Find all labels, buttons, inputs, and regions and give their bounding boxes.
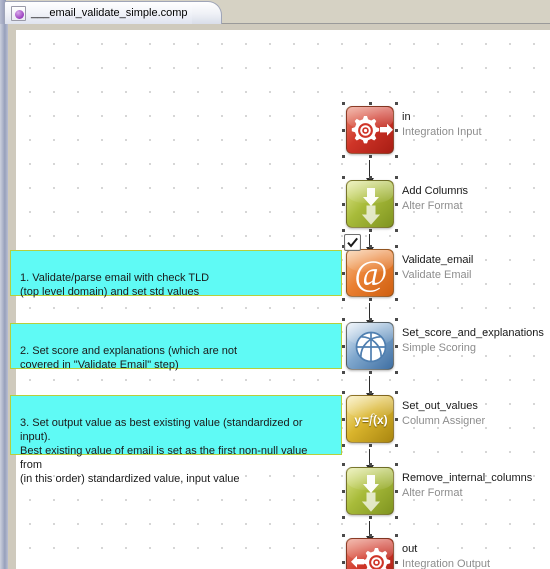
annotation-note-1[interactable]: 1. Validate/parse email with check TLD (…	[10, 250, 342, 298]
tab-trailing-curve	[192, 1, 222, 24]
checkbox-checked-icon	[344, 234, 361, 251]
node-validate-email-icon-box[interactable]: @	[346, 249, 394, 297]
editor-tab-email-validate-simple[interactable]: ___email_validate_simple.comp	[4, 1, 194, 24]
double-down-arrow-icon	[347, 468, 393, 514]
diagram-canvas[interactable]: 1. Validate/parse email with check TLD (…	[10, 30, 550, 569]
node-in-name: in	[402, 111, 411, 123]
annotation-note-2-text: 2. Set score and explanations (which are…	[20, 345, 238, 371]
component-file-icon	[11, 5, 26, 21]
node-out-subtitle: Integration Output	[402, 558, 491, 569]
node-in-label: in Integration Input	[402, 110, 482, 140]
at-sign-icon: @	[347, 250, 393, 296]
node-out-name: out	[402, 543, 418, 555]
node-out-icon-box[interactable]	[346, 538, 394, 569]
diagram-canvas-container: 1. Validate/parse email with check TLD (…	[0, 24, 550, 569]
node-add-columns-name: Add Columns	[402, 185, 469, 197]
node-validate-email-subtitle: Validate Email	[402, 269, 472, 281]
formula-y-fx-icon: y = f (x)	[354, 412, 388, 427]
node-remove-internal-columns-label: Remove_internal_columns Alter Format	[402, 471, 532, 501]
node-set-out-values-name: Set_out_values	[402, 400, 478, 412]
node-set-score-subtitle: Simple Scoring	[402, 342, 476, 354]
node-validate-email-label: Validate_email Validate Email	[402, 253, 473, 283]
annotation-note-1-text: 1. Validate/parse email with check TLD (…	[20, 272, 210, 298]
node-add-columns-subtitle: Alter Format	[402, 200, 463, 212]
node-in-icon-box[interactable]	[346, 106, 394, 154]
node-set-out-values-label: Set_out_values Column Assigner	[402, 399, 485, 429]
node-set-score-label: Set_score_and_explanations Simple Scorin…	[402, 326, 544, 356]
node-set-score-name: Set_score_and_explanations	[402, 327, 544, 339]
node-remove-internal-columns-subtitle: Alter Format	[402, 487, 463, 499]
editor-tab-bar: ___email_validate_simple.comp	[0, 0, 550, 24]
node-remove-internal-columns-name: Remove_internal_columns	[402, 472, 533, 484]
node-remove-internal-columns-icon-box[interactable]	[346, 467, 394, 515]
annotation-note-3-text: 3. Set output value as best existing val…	[20, 417, 308, 485]
gear-arrow-in-icon	[347, 539, 393, 569]
annotation-note-3[interactable]: 3. Set output value as best existing val…	[10, 395, 342, 485]
annotation-note-2[interactable]: 2. Set score and explanations (which are…	[10, 323, 342, 371]
gear-arrow-out-icon	[347, 107, 393, 153]
canvas-left-rail	[0, 24, 8, 569]
node-set-out-values-icon-box[interactable]: y = f (x)	[346, 395, 394, 443]
application-window: ___email_validate_simple.comp 1. Validat…	[0, 0, 550, 569]
node-add-columns-label: Add Columns Alter Format	[402, 184, 468, 214]
double-down-arrow-icon	[347, 181, 393, 227]
node-in-subtitle: Integration Input	[402, 126, 482, 138]
svg-text:@: @	[354, 253, 387, 293]
node-validate-email-name: Validate_email	[402, 254, 474, 266]
node-set-out-values-subtitle: Column Assigner	[402, 415, 486, 427]
editor-tab-title: ___email_validate_simple.comp	[31, 7, 188, 19]
node-out-label: out Integration Output	[402, 542, 490, 569]
sphere-ball-icon	[347, 323, 393, 369]
node-add-columns-icon-box[interactable]	[346, 180, 394, 228]
node-set-score-icon-box[interactable]	[346, 322, 394, 370]
